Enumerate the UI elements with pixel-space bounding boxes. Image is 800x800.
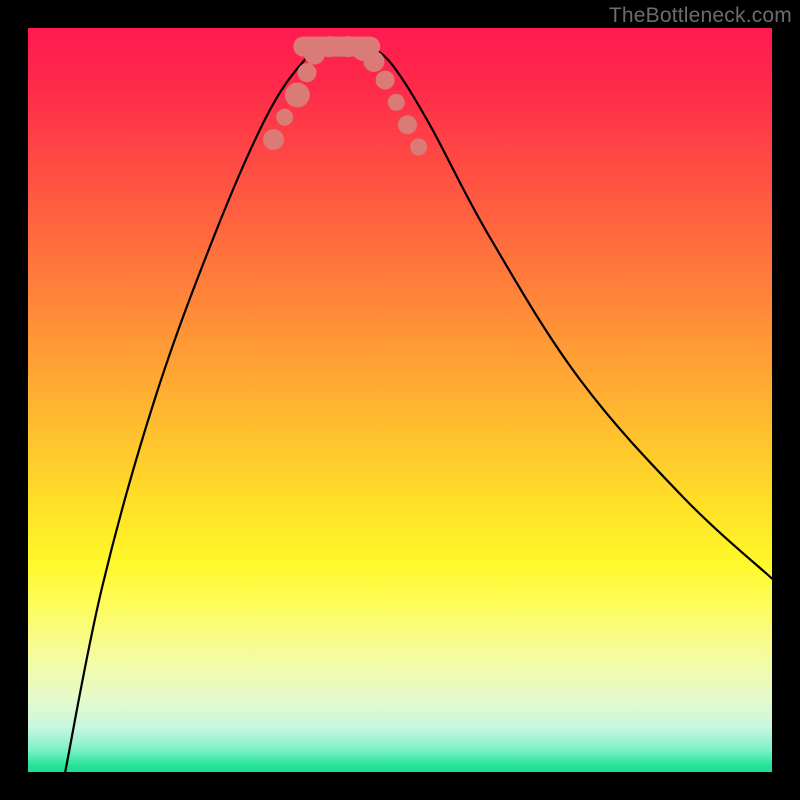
data-marker (264, 130, 284, 150)
left-curve (65, 47, 325, 772)
data-marker (388, 94, 404, 110)
data-marker (398, 116, 416, 134)
bottleneck-chart (28, 28, 772, 772)
data-marker (277, 109, 293, 125)
chart-frame (28, 28, 772, 772)
data-marker (319, 37, 339, 57)
data-marker (376, 71, 394, 89)
right-curve (370, 47, 772, 579)
data-marker (285, 83, 309, 107)
data-marker (411, 139, 427, 155)
marker-group (264, 37, 427, 155)
watermark-text: TheBottleneck.com (609, 4, 792, 28)
data-marker (364, 51, 384, 71)
data-marker (298, 64, 316, 82)
